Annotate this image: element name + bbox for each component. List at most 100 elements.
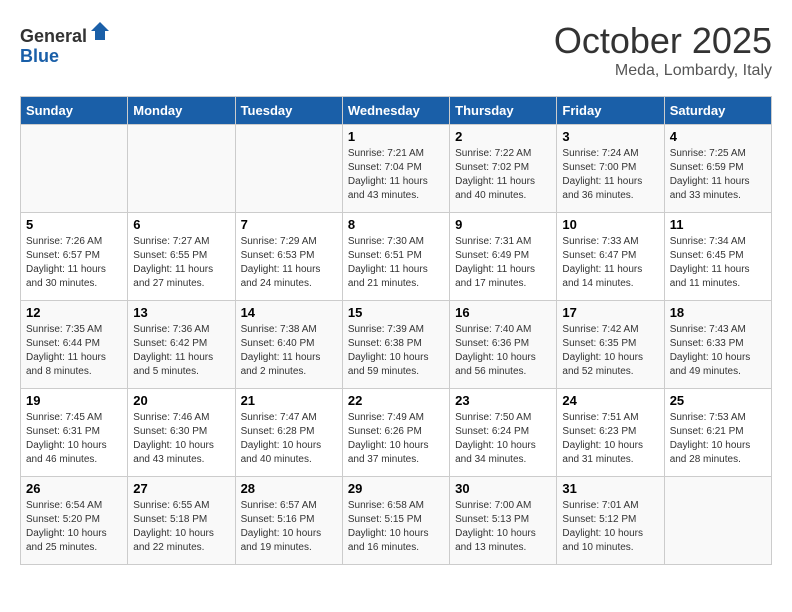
calendar-cell xyxy=(664,477,771,565)
day-number: 3 xyxy=(562,129,658,144)
day-info: Sunrise: 7:53 AM Sunset: 6:21 PM Dayligh… xyxy=(670,411,766,467)
calendar-cell: 5 Sunrise: 7:26 AM Sunset: 6:57 PM Daylig… xyxy=(21,213,128,301)
calendar-cell: 9 Sunrise: 7:31 AM Sunset: 6:49 PM Daylig… xyxy=(450,213,557,301)
calendar-cell: 28 Sunrise: 6:57 AM Sunset: 5:16 PM Dayli… xyxy=(235,477,342,565)
day-number: 9 xyxy=(455,217,551,232)
day-number: 5 xyxy=(26,217,122,232)
weekday-header: Monday xyxy=(128,97,235,125)
day-number: 6 xyxy=(133,217,229,232)
calendar-cell: 10 Sunrise: 7:33 AM Sunset: 6:47 PM Dayli… xyxy=(557,213,664,301)
day-info: Sunrise: 7:50 AM Sunset: 6:24 PM Dayligh… xyxy=(455,411,551,467)
calendar-cell: 18 Sunrise: 7:43 AM Sunset: 6:33 PM Dayli… xyxy=(664,301,771,389)
calendar-cell: 13Sunrise: 7:36 AM Sunset: 6:42 PM Dayli… xyxy=(128,301,235,389)
day-info: Sunrise: 7:31 AM Sunset: 6:49 PM Dayligh… xyxy=(455,235,551,291)
day-number: 17 xyxy=(562,305,658,320)
calendar-cell: 2Sunrise: 7:22 AM Sunset: 7:02 PM Daylig… xyxy=(450,125,557,213)
calendar-cell: 19 Sunrise: 7:45 AM Sunset: 6:31 PM Dayli… xyxy=(21,389,128,477)
weekday-header: Wednesday xyxy=(342,97,449,125)
weekday-header: Thursday xyxy=(450,97,557,125)
calendar-cell: 31Sunrise: 7:01 AM Sunset: 5:12 PM Dayli… xyxy=(557,477,664,565)
calendar-cell: 6 Sunrise: 7:27 AM Sunset: 6:55 PM Daylig… xyxy=(128,213,235,301)
day-info: Sunrise: 7:51 AM Sunset: 6:23 PM Dayligh… xyxy=(562,411,658,467)
calendar-cell: 17Sunrise: 7:42 AM Sunset: 6:35 PM Dayli… xyxy=(557,301,664,389)
calendar-cell: 8 Sunrise: 7:30 AM Sunset: 6:51 PM Daylig… xyxy=(342,213,449,301)
title-block: October 2025 Meda, Lombardy, Italy xyxy=(554,20,772,80)
day-info: Sunrise: 6:58 AM Sunset: 5:15 PM Dayligh… xyxy=(348,499,444,555)
day-info: Sunrise: 7:21 AM Sunset: 7:04 PM Dayligh… xyxy=(348,147,444,203)
day-number: 19 xyxy=(26,393,122,408)
calendar-cell: 26 Sunrise: 6:54 AM Sunset: 5:20 PM Dayli… xyxy=(21,477,128,565)
calendar-cell: 12 Sunrise: 7:35 AM Sunset: 6:44 PM Dayli… xyxy=(21,301,128,389)
weekday-header: Tuesday xyxy=(235,97,342,125)
day-number: 28 xyxy=(241,481,337,496)
day-info: Sunrise: 7:33 AM Sunset: 6:47 PM Dayligh… xyxy=(562,235,658,291)
month-title: October 2025 xyxy=(554,20,772,62)
weekday-header: Sunday xyxy=(21,97,128,125)
day-info: Sunrise: 7:47 AM Sunset: 6:28 PM Dayligh… xyxy=(241,411,337,467)
day-info: Sunrise: 7:40 AM Sunset: 6:36 PM Dayligh… xyxy=(455,323,551,379)
day-number: 31 xyxy=(562,481,658,496)
calendar-week-row: 19 Sunrise: 7:45 AM Sunset: 6:31 PM Dayli… xyxy=(21,389,772,477)
calendar-week-row: 5 Sunrise: 7:26 AM Sunset: 6:57 PM Daylig… xyxy=(21,213,772,301)
day-number: 24 xyxy=(562,393,658,408)
day-number: 22 xyxy=(348,393,444,408)
day-info: Sunrise: 7:39 AM Sunset: 6:38 PM Dayligh… xyxy=(348,323,444,379)
calendar-table: SundayMondayTuesdayWednesdayThursdayFrid… xyxy=(20,96,772,565)
day-number: 26 xyxy=(26,481,122,496)
calendar-cell: 20 Sunrise: 7:46 AM Sunset: 6:30 PM Dayli… xyxy=(128,389,235,477)
day-number: 29 xyxy=(348,481,444,496)
calendar-cell: 30 Sunrise: 7:00 AM Sunset: 5:13 PM Dayli… xyxy=(450,477,557,565)
logo-blue: Blue xyxy=(20,46,59,66)
logo-icon xyxy=(89,20,111,42)
weekday-header: Saturday xyxy=(664,97,771,125)
calendar-week-row: 1Sunrise: 7:21 AM Sunset: 7:04 PM Daylig… xyxy=(21,125,772,213)
day-info: Sunrise: 7:25 AM Sunset: 6:59 PM Dayligh… xyxy=(670,147,766,203)
day-number: 12 xyxy=(26,305,122,320)
day-info: Sunrise: 7:27 AM Sunset: 6:55 PM Dayligh… xyxy=(133,235,229,291)
day-number: 11 xyxy=(670,217,766,232)
calendar-cell xyxy=(235,125,342,213)
weekday-header-row: SundayMondayTuesdayWednesdayThursdayFrid… xyxy=(21,97,772,125)
page-header: General Blue October 2025 Meda, Lombardy… xyxy=(20,20,772,80)
day-info: Sunrise: 7:24 AM Sunset: 7:00 PM Dayligh… xyxy=(562,147,658,203)
calendar-cell: 21Sunrise: 7:47 AM Sunset: 6:28 PM Dayli… xyxy=(235,389,342,477)
day-info: Sunrise: 7:22 AM Sunset: 7:02 PM Dayligh… xyxy=(455,147,551,203)
calendar-cell: 22 Sunrise: 7:49 AM Sunset: 6:26 PM Dayli… xyxy=(342,389,449,477)
day-number: 20 xyxy=(133,393,229,408)
calendar-week-row: 12 Sunrise: 7:35 AM Sunset: 6:44 PM Dayli… xyxy=(21,301,772,389)
day-number: 8 xyxy=(348,217,444,232)
day-info: Sunrise: 7:49 AM Sunset: 6:26 PM Dayligh… xyxy=(348,411,444,467)
day-info: Sunrise: 7:00 AM Sunset: 5:13 PM Dayligh… xyxy=(455,499,551,555)
day-number: 15 xyxy=(348,305,444,320)
calendar-cell: 29 Sunrise: 6:58 AM Sunset: 5:15 PM Dayli… xyxy=(342,477,449,565)
calendar-cell: 4Sunrise: 7:25 AM Sunset: 6:59 PM Daylig… xyxy=(664,125,771,213)
day-info: Sunrise: 7:26 AM Sunset: 6:57 PM Dayligh… xyxy=(26,235,122,291)
day-info: Sunrise: 7:34 AM Sunset: 6:45 PM Dayligh… xyxy=(670,235,766,291)
day-number: 25 xyxy=(670,393,766,408)
day-info: Sunrise: 7:46 AM Sunset: 6:30 PM Dayligh… xyxy=(133,411,229,467)
day-info: Sunrise: 6:57 AM Sunset: 5:16 PM Dayligh… xyxy=(241,499,337,555)
day-info: Sunrise: 7:38 AM Sunset: 6:40 PM Dayligh… xyxy=(241,323,337,379)
logo-general: General xyxy=(20,26,87,46)
day-number: 23 xyxy=(455,393,551,408)
calendar-cell xyxy=(21,125,128,213)
calendar-cell: 1Sunrise: 7:21 AM Sunset: 7:04 PM Daylig… xyxy=(342,125,449,213)
day-number: 30 xyxy=(455,481,551,496)
day-info: Sunrise: 7:45 AM Sunset: 6:31 PM Dayligh… xyxy=(26,411,122,467)
calendar-cell: 27Sunrise: 6:55 AM Sunset: 5:18 PM Dayli… xyxy=(128,477,235,565)
day-number: 10 xyxy=(562,217,658,232)
calendar-cell: 25 Sunrise: 7:53 AM Sunset: 6:21 PM Dayli… xyxy=(664,389,771,477)
calendar-cell: 11 Sunrise: 7:34 AM Sunset: 6:45 PM Dayli… xyxy=(664,213,771,301)
weekday-header: Friday xyxy=(557,97,664,125)
day-info: Sunrise: 7:35 AM Sunset: 6:44 PM Dayligh… xyxy=(26,323,122,379)
calendar-week-row: 26 Sunrise: 6:54 AM Sunset: 5:20 PM Dayli… xyxy=(21,477,772,565)
day-info: Sunrise: 6:54 AM Sunset: 5:20 PM Dayligh… xyxy=(26,499,122,555)
calendar-cell: 24 Sunrise: 7:51 AM Sunset: 6:23 PM Dayli… xyxy=(557,389,664,477)
day-number: 14 xyxy=(241,305,337,320)
day-info: Sunrise: 7:43 AM Sunset: 6:33 PM Dayligh… xyxy=(670,323,766,379)
day-info: Sunrise: 7:36 AM Sunset: 6:42 PM Dayligh… xyxy=(133,323,229,379)
calendar-cell: 16Sunrise: 7:40 AM Sunset: 6:36 PM Dayli… xyxy=(450,301,557,389)
day-number: 18 xyxy=(670,305,766,320)
location-subtitle: Meda, Lombardy, Italy xyxy=(554,62,772,80)
day-info: Sunrise: 7:30 AM Sunset: 6:51 PM Dayligh… xyxy=(348,235,444,291)
